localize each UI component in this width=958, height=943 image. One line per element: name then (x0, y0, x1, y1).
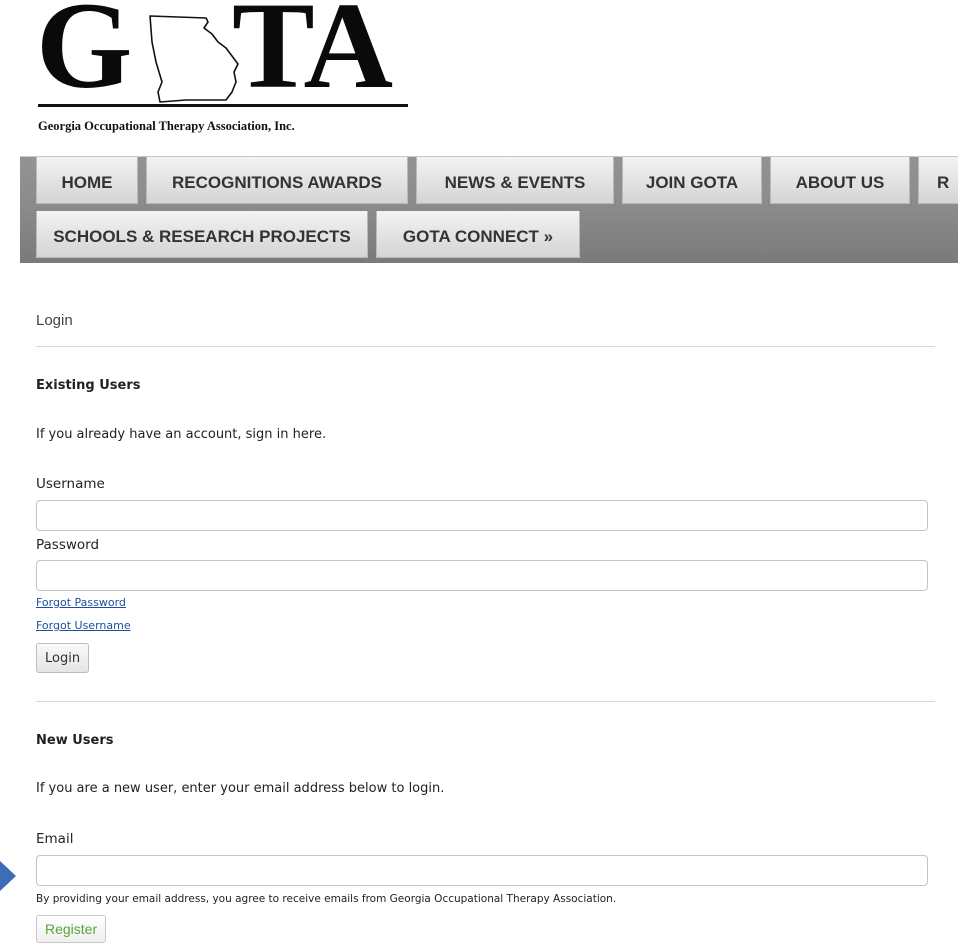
nav-tab-truncated[interactable]: R (918, 157, 958, 204)
nav-row-secondary: SCHOOLS & RESEARCH PROJECTS GOTA CONNECT… (36, 211, 580, 258)
nav-tab-recognitions-awards[interactable]: RECOGNITIONS AWARDS (146, 157, 408, 204)
new-users-heading: New Users (36, 733, 114, 748)
new-users-intro: If you are a new user, enter your email … (36, 781, 445, 796)
email-input[interactable] (36, 855, 928, 886)
register-button[interactable]: Register (36, 915, 107, 943)
logo-letters-ta: TA (232, 0, 393, 114)
existing-users-intro: If you already have an account, sign in … (36, 427, 327, 442)
main-navigation: HOME RECOGNITIONS AWARDS NEWS & EVENTS J… (20, 156, 958, 263)
pointer-arrow-icon (0, 861, 16, 891)
nav-tab-about-us[interactable]: ABOUT US (770, 157, 910, 204)
nav-tab-news-events[interactable]: NEWS & EVENTS (416, 157, 614, 204)
nav-tab-gota-connect[interactable]: GOTA CONNECT » (376, 211, 580, 258)
username-label: Username (36, 476, 105, 492)
site-logo[interactable]: G TA Georgia Occupational Therapy Associ… (36, 0, 426, 140)
existing-users-heading: Existing Users (36, 378, 141, 393)
email-label: Email (36, 831, 74, 847)
logo-tagline: Georgia Occupational Therapy Association… (38, 119, 295, 133)
password-label: Password (36, 537, 100, 553)
logo-rule (38, 104, 408, 107)
nav-row-primary: HOME RECOGNITIONS AWARDS NEWS & EVENTS J… (36, 157, 958, 204)
forgot-password-link[interactable]: Forgot Password (36, 596, 126, 609)
title-divider (36, 346, 935, 347)
section-divider (36, 701, 935, 702)
page-title: Login (36, 312, 73, 329)
password-input[interactable] (36, 560, 928, 591)
login-button[interactable]: Login (36, 643, 90, 673)
georgia-map-icon (149, 15, 239, 103)
username-input[interactable] (36, 500, 928, 531)
forgot-username-link[interactable]: Forgot Username (36, 619, 131, 632)
logo-letter-g: G (36, 0, 132, 114)
nav-tab-schools-research[interactable]: SCHOOLS & RESEARCH PROJECTS (36, 211, 368, 258)
email-disclaimer: By providing your email address, you agr… (36, 893, 617, 905)
nav-tab-home[interactable]: HOME (36, 157, 138, 204)
nav-tab-join-gota[interactable]: JOIN GOTA (622, 157, 762, 204)
